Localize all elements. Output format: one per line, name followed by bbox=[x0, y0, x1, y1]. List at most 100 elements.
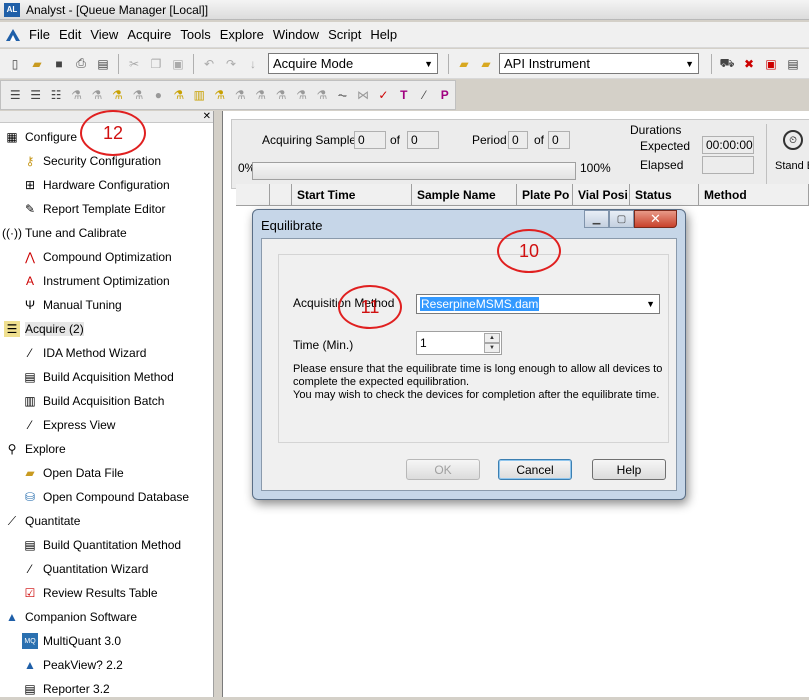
nav-acquire[interactable]: ☰ Acquire (2) bbox=[4, 318, 84, 340]
equilibrate-flask-icon[interactable]: ⚗ bbox=[67, 85, 85, 105]
flask-yellow-icon[interactable]: ⚗ bbox=[108, 85, 126, 105]
queue-tree-icon[interactable]: ☷ bbox=[47, 85, 65, 105]
menu-acquire[interactable]: Acquire bbox=[124, 25, 177, 44]
wand-icon[interactable]: ⁄ bbox=[415, 85, 433, 105]
queue-arrow-icon[interactable]: ☰ bbox=[26, 85, 44, 105]
nav-build-quantitation-method[interactable]: ▤ Build Quantitation Method bbox=[22, 534, 181, 556]
nav-review-results-table[interactable]: ☑ Review Results Table bbox=[22, 582, 158, 604]
menu-tools[interactable]: Tools bbox=[177, 25, 216, 44]
maximize-button[interactable]: ▢ bbox=[609, 210, 634, 228]
window-controls: ▁ ▢ ✕ bbox=[584, 210, 677, 228]
chart-yellow-icon[interactable]: ▥ bbox=[190, 85, 208, 105]
nav-instrument-optimization[interactable]: A Instrument Optimization bbox=[22, 270, 170, 292]
flask-icon[interactable]: ⚗ bbox=[292, 85, 310, 105]
menu-edit[interactable]: Edit bbox=[56, 25, 87, 44]
paste-icon[interactable]: ▣ bbox=[168, 54, 188, 74]
menu-explore[interactable]: Explore bbox=[217, 25, 270, 44]
record-icon[interactable]: ● bbox=[149, 85, 167, 105]
flask-icon[interactable]: ⚗ bbox=[88, 85, 106, 105]
nav-compound-optimization[interactable]: ⋀ Compound Optimization bbox=[22, 246, 172, 268]
nav-explore[interactable]: ⚲ Explore bbox=[4, 438, 66, 460]
truck-icon[interactable]: ⛟ bbox=[717, 54, 737, 74]
flask-icon[interactable]: ⚗ bbox=[251, 85, 269, 105]
stepper-up-icon[interactable]: ▲ bbox=[484, 333, 500, 343]
wand-icon: ⁄ bbox=[28, 562, 31, 576]
folder-refresh-icon[interactable]: ▰ bbox=[476, 54, 496, 74]
acquire-mode-select[interactable]: Acquire Mode ▼ bbox=[268, 53, 438, 74]
grid-col-start-time[interactable]: Start Time bbox=[292, 184, 412, 205]
close-button[interactable]: ✕ bbox=[634, 210, 677, 228]
copy-icon[interactable]: ❐ bbox=[146, 54, 166, 74]
lock-icon[interactable]: ▣ bbox=[761, 54, 781, 74]
nav-manual-tuning[interactable]: Ψ Manual Tuning bbox=[22, 294, 122, 316]
menu-script[interactable]: Script bbox=[325, 25, 367, 44]
flask-icon[interactable]: ⚗ bbox=[313, 85, 331, 105]
cancel-button[interactable]: Cancel bbox=[498, 459, 572, 480]
swap-icon[interactable]: ⋈ bbox=[354, 85, 372, 105]
close-icon[interactable]: ✕ bbox=[203, 111, 211, 122]
menu-view[interactable]: View bbox=[87, 25, 124, 44]
ok-button[interactable]: OK bbox=[406, 459, 480, 480]
minimize-button[interactable]: ▁ bbox=[584, 210, 609, 228]
text-t-icon[interactable]: T bbox=[395, 85, 413, 105]
open-folder-icon[interactable]: ▰ bbox=[454, 54, 474, 74]
nav-quantitation-wizard[interactable]: ⁄ Quantitation Wizard bbox=[22, 558, 148, 580]
save-icon[interactable]: ■ bbox=[49, 54, 69, 74]
flask-icon[interactable]: ⚗ bbox=[231, 85, 249, 105]
chevron-down-icon: ▼ bbox=[646, 299, 655, 309]
flask-yellow-icon[interactable]: ⚗ bbox=[211, 85, 229, 105]
elapsed-label: Elapsed bbox=[640, 158, 684, 172]
grid-col-vial-position[interactable]: Vial Posi bbox=[573, 184, 630, 205]
help-button[interactable]: Help bbox=[592, 459, 666, 480]
flask-yellow-icon[interactable]: ⚗ bbox=[170, 85, 188, 105]
new-icon[interactable]: ▯ bbox=[5, 54, 25, 74]
nav-peakview[interactable]: ▲ PeakView? 2.2 bbox=[22, 654, 123, 676]
stand-by-button[interactable]: ⏲ Stand B bbox=[766, 124, 809, 184]
nav-build-acquisition-batch[interactable]: ▥ Build Acquisition Batch bbox=[22, 390, 164, 412]
nav-quantitate[interactable]: ⟋ Quantitate bbox=[4, 510, 81, 532]
instrument-select[interactable]: API Instrument ▼ bbox=[499, 53, 699, 74]
time-stepper[interactable]: 1 ▲ ▼ bbox=[416, 331, 502, 355]
grid-col-blank[interactable] bbox=[236, 184, 270, 205]
nav-report-template-editor[interactable]: ✎ Report Template Editor bbox=[22, 198, 166, 220]
grid-col-blank[interactable] bbox=[270, 184, 292, 205]
grid-col-status[interactable]: Status bbox=[630, 184, 699, 205]
open-folder-icon[interactable]: ▰ bbox=[27, 54, 47, 74]
menu-file[interactable]: File bbox=[26, 25, 56, 44]
nav-express-view[interactable]: ⁄ Express View bbox=[22, 414, 116, 436]
nav-open-compound-database[interactable]: ⛁ Open Compound Database bbox=[22, 486, 189, 508]
stepper-down-icon[interactable]: ▼ bbox=[484, 343, 500, 353]
print-icon[interactable]: ⎙ bbox=[71, 54, 91, 74]
redo-icon[interactable]: ↷ bbox=[221, 54, 241, 74]
expected-value-box: 00:00:00 bbox=[702, 136, 754, 154]
nav-configure[interactable]: ▦ Configure bbox=[4, 126, 77, 148]
print-preview-icon[interactable]: ▤ bbox=[93, 54, 113, 74]
nav-hardware-configuration[interactable]: ⊞ Hardware Configuration bbox=[22, 174, 170, 196]
clock-icon: ⏲ bbox=[783, 130, 803, 150]
undo-icon[interactable]: ↶ bbox=[199, 54, 219, 74]
text-p-icon[interactable]: P bbox=[436, 85, 454, 105]
acquisition-method-select[interactable]: ReserpineMSMS.dam ▼ bbox=[416, 294, 660, 314]
menu-help[interactable]: Help bbox=[367, 25, 403, 44]
nav-build-acquisition-method[interactable]: ▤ Build Acquisition Method bbox=[22, 366, 173, 388]
menu-window[interactable]: Window bbox=[270, 25, 325, 44]
nav-multiquant[interactable]: MQ MultiQuant 3.0 bbox=[22, 630, 121, 652]
download-icon[interactable]: ↓ bbox=[243, 54, 263, 74]
flask-icon[interactable]: ⚗ bbox=[272, 85, 290, 105]
grid-col-method[interactable]: Method bbox=[699, 184, 809, 205]
mdi-document-icon[interactable] bbox=[4, 27, 22, 43]
stop-red-icon[interactable]: ✖ bbox=[739, 54, 759, 74]
grid-col-sample-name[interactable]: Sample Name bbox=[412, 184, 517, 205]
queue-icon[interactable]: ☰ bbox=[6, 85, 24, 105]
peak-icon[interactable]: ⏦ bbox=[333, 85, 351, 105]
nav-open-data-file[interactable]: ▰ Open Data File bbox=[22, 462, 123, 484]
cut-icon[interactable]: ✂ bbox=[124, 54, 144, 74]
grid-col-plate-position[interactable]: Plate Po bbox=[517, 184, 573, 205]
export-icon[interactable]: ▤ bbox=[783, 54, 803, 74]
nav-ida-method-wizard[interactable]: ⁄ IDA Method Wizard bbox=[22, 342, 146, 364]
nav-companion-software[interactable]: ▲ Companion Software bbox=[4, 606, 137, 628]
nav-tune-and-calibrate[interactable]: ((·)) Tune and Calibrate bbox=[2, 222, 127, 244]
check-icon[interactable]: ✓ bbox=[374, 85, 392, 105]
nav-security-configuration[interactable]: ⚷ Security Configuration bbox=[22, 150, 161, 172]
flask-stop-icon[interactable]: ⚗ bbox=[129, 85, 147, 105]
